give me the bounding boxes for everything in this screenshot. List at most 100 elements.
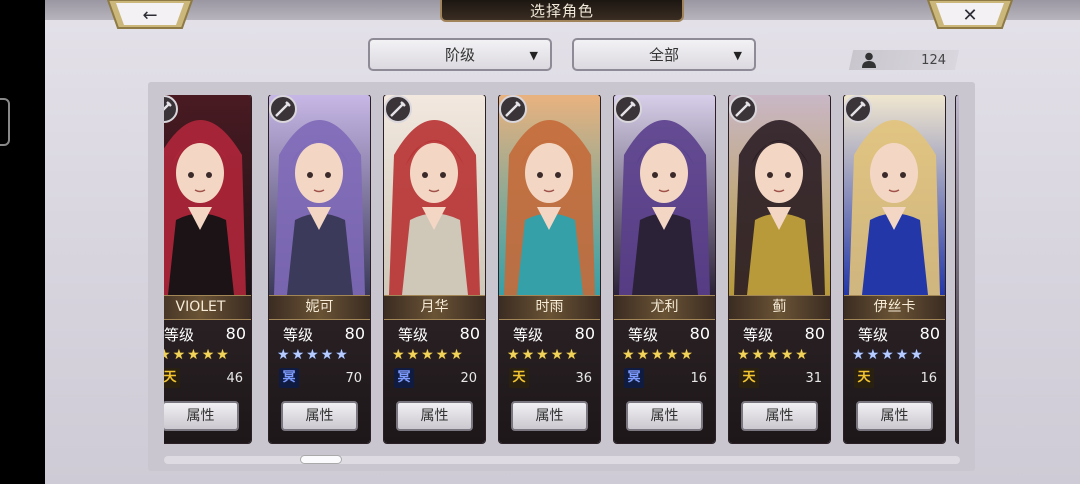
- level-label: 等级: [513, 326, 544, 344]
- character-name: 妮可: [269, 295, 370, 320]
- tier-icon: 冥: [624, 368, 644, 388]
- star-icon: ★: [421, 347, 434, 363]
- scrollbar-thumb[interactable]: [300, 455, 342, 464]
- tier-icon: 天: [854, 368, 874, 388]
- character-card[interactable]: 妮可 等级 80 ★ ★ ★ ★ ★ 冥 70 属性: [269, 95, 370, 443]
- left-system-bar: [0, 0, 45, 484]
- star-icon: ★: [895, 347, 909, 363]
- attributes-button[interactable]: 属性: [396, 401, 473, 431]
- sword-icon: [499, 95, 527, 123]
- character-portrait: [844, 95, 945, 295]
- tier-value: 46: [226, 371, 243, 386]
- star-icon: ★: [795, 347, 808, 363]
- attributes-button[interactable]: 属性: [164, 401, 239, 431]
- back-button[interactable]: ←: [106, 0, 194, 30]
- star-rating: ★ ★ ★ ★ ★: [622, 347, 714, 365]
- level-value: 80: [804, 324, 825, 343]
- attributes-button[interactable]: 属性: [741, 401, 818, 431]
- svg-text:←: ←: [142, 5, 157, 26]
- sword-icon: [164, 95, 178, 123]
- character-portrait: [729, 95, 830, 295]
- character-portrait: [164, 95, 251, 295]
- level-row: 等级 80: [390, 324, 480, 346]
- character-card[interactable]: 时雨等级 80 ★ ★ ★ ★ ★ 天 36 属性: [499, 95, 600, 443]
- tier-value: 16: [690, 371, 707, 386]
- character-card[interactable]: VIOLET 等级 80 ★ ★ ★ ★ ★ 天 46 属性: [164, 95, 251, 443]
- character-name: 时雨: [499, 295, 600, 320]
- star-icon: ★: [406, 347, 420, 363]
- star-icon: ★: [565, 347, 578, 363]
- star-icon: ★: [751, 347, 765, 363]
- star-icon: ★: [216, 347, 229, 363]
- character-portrait: [499, 95, 600, 295]
- star-icon: ★: [521, 347, 535, 363]
- tier-icon: 冥: [279, 368, 299, 388]
- attributes-button[interactable]: 属性: [281, 401, 358, 431]
- scrollbar-track[interactable]: [164, 456, 960, 464]
- attributes-button[interactable]: 属性: [511, 401, 588, 431]
- tier-icon: 天: [509, 368, 529, 388]
- character-card-list[interactable]: VIOLET 等级 80 ★ ★ ★ ★ ★ 天 46 属性 妮可 等级 80 ★ ★ ★ ★ ★ 冥 70 属性 月华 等级…: [164, 95, 959, 447]
- close-icon: ✕: [926, 0, 1014, 29]
- star-icon: ★: [881, 347, 894, 363]
- level-row: 等级 80: [505, 324, 595, 346]
- character-card[interactable]: 伊丝卡 等级 80 ★ ★ ★ ★ ★ 天 16 属性: [844, 95, 945, 443]
- star-icon: ★: [737, 347, 750, 363]
- level-label: 等级: [283, 326, 314, 344]
- rank-filter-dropdown[interactable]: 阶级 ▼: [368, 38, 552, 71]
- close-button[interactable]: ✕: [926, 0, 1014, 30]
- level-row: 等级 80: [620, 324, 710, 346]
- level-label: 等级: [628, 326, 659, 344]
- character-portrait: [269, 95, 370, 295]
- page-title: 选择角色: [440, 0, 684, 22]
- tier-value: 20: [460, 371, 477, 386]
- tier-value: 31: [805, 371, 822, 386]
- star-rating: ★ ★ ★ ★ ★: [852, 347, 944, 365]
- category-filter-label: 全部: [648, 46, 679, 64]
- sword-icon: [844, 95, 872, 123]
- level-value: 80: [225, 324, 246, 343]
- star-rating: ★ ★ ★ ★ ★: [392, 347, 484, 365]
- star-icon: ★: [780, 347, 794, 363]
- tier-icon: 天: [739, 368, 759, 388]
- star-icon: ★: [172, 347, 186, 363]
- star-icon: ★: [507, 347, 520, 363]
- star-rating: ★ ★ ★ ★ ★: [507, 347, 599, 365]
- star-rating: ★ ★ ★ ★ ★: [277, 347, 369, 365]
- star-icon: ★: [680, 347, 693, 363]
- star-icon: ★: [536, 347, 549, 363]
- back-arrow-icon: ←: [106, 0, 194, 29]
- character-name: 蓟: [729, 295, 830, 320]
- level-label: 等级: [398, 326, 429, 344]
- level-row: 等级 80: [164, 324, 246, 346]
- attributes-button[interactable]: 属性: [856, 401, 933, 431]
- star-rating: ★ ★ ★ ★ ★: [737, 347, 829, 365]
- character-card[interactable]: 蓟等级 80 ★ ★ ★ ★ ★ 天 31 属性: [729, 95, 830, 443]
- star-icon: ★: [852, 347, 865, 363]
- character-card[interactable]: 尤利等级 80 ★ ★ ★ ★ ★ 冥 16 属性: [614, 95, 715, 443]
- attributes-button[interactable]: 属性: [626, 401, 703, 431]
- star-icon: ★: [766, 347, 779, 363]
- star-icon: ★: [335, 347, 348, 363]
- character-name: 尤利: [614, 295, 715, 320]
- chevron-down-icon: ▼: [733, 49, 742, 62]
- star-icon: ★: [636, 347, 650, 363]
- character-card-partial[interactable]: [956, 95, 959, 443]
- tier-icon: 冥: [394, 368, 414, 388]
- sword-icon: [729, 95, 757, 123]
- sword-icon: [384, 95, 412, 123]
- category-filter-dropdown[interactable]: 全部 ▼: [572, 38, 756, 71]
- character-portrait: [614, 95, 715, 295]
- level-label: 等级: [858, 326, 889, 344]
- tier-value: 36: [575, 371, 592, 386]
- star-rating: ★ ★ ★ ★ ★: [164, 347, 250, 365]
- character-card[interactable]: 月华 等级 80 ★ ★ ★ ★ ★ 冥 20 属性: [384, 95, 485, 443]
- star-icon: ★: [320, 347, 334, 363]
- level-row: 等级 80: [735, 324, 825, 346]
- star-icon: ★: [291, 347, 305, 363]
- star-icon: ★: [651, 347, 664, 363]
- tier-value: 70: [345, 371, 362, 386]
- star-icon: ★: [622, 347, 635, 363]
- page-title-text: 选择角色: [529, 1, 594, 20]
- tier-value: 16: [920, 371, 937, 386]
